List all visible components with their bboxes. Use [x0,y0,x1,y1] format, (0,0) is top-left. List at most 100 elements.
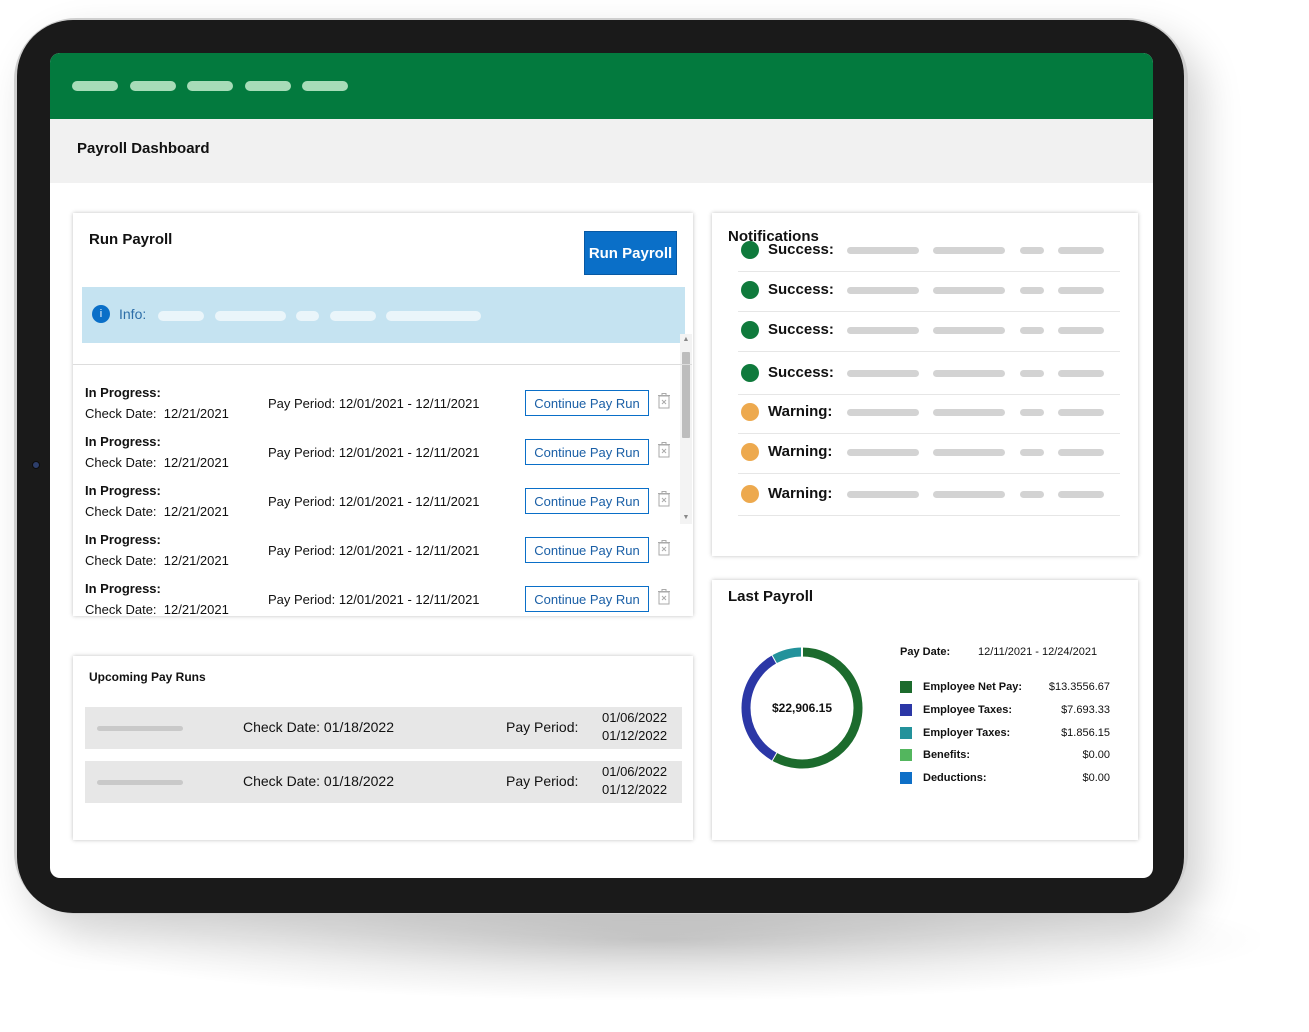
last-payroll-card: Last Payroll $22,906.15 Pay Date: 12/11/… [712,580,1138,840]
notification-text-placeholder [1020,327,1044,334]
notification-text-placeholder [1020,449,1044,456]
notification-label: Success: [768,241,834,258]
notification-item-success[interactable]: Success: [738,232,1120,272]
trash-icon[interactable] [658,393,670,409]
notifications-card: Notifications Success: Success: Success: Su… [712,213,1138,556]
tablet-screen: Payroll Dashboard Run Payroll Run Payrol… [50,53,1153,878]
legend-name: Employee Net Pay: [923,681,1023,693]
pay-run-row: In Progress: Check Date: 12/21/2021 Pay … [73,424,680,473]
notification-text-placeholder [847,449,919,456]
continue-pay-run-button[interactable]: Continue Pay Run [525,537,649,563]
notification-label: Success: [768,364,834,381]
legend-name: Deductions: [923,772,987,784]
period-start: 01/06/2022 [602,764,668,779]
notification-text-placeholder [847,491,919,498]
success-status-icon [741,281,759,299]
upcoming-row[interactable]: Check Date: 01/18/2022 Pay Period: 01/06… [85,761,682,803]
notification-item-warning[interactable]: Warning: [738,394,1120,434]
trash-icon[interactable] [658,442,670,458]
run-payroll-button[interactable]: Run Payroll [584,231,677,275]
period-start: 01/06/2022 [602,710,668,725]
donut-slice-employer-taxes [772,647,803,664]
notification-label: Success: [768,281,834,298]
period-end: 01/12/2022 [602,728,668,743]
legend-item: Employer Taxes: $1.856.15 [900,725,1110,743]
row-pay-period: Pay Period: 12/01/2021 - 12/11/2021 [268,445,480,460]
check-date-label: Check Date: [85,504,157,519]
notification-text-placeholder [1058,370,1104,377]
nav-item-3[interactable] [187,81,233,91]
row-check-date: Check Date: 12/21/2021 [85,553,229,568]
upcoming-pay-period-label: Pay Period: [506,773,579,789]
info-text-placeholder [158,311,204,321]
notification-item-warning[interactable]: Warning: [738,476,1120,516]
notification-item-warning[interactable]: Warning: [738,434,1120,474]
legend-name: Employer Taxes: [923,727,1011,739]
nav-item-2[interactable] [130,81,176,91]
legend-name: Employee Taxes: [923,704,1013,716]
notification-text-placeholder [933,247,1005,254]
notification-label: Success: [768,321,834,338]
legend-swatch [900,704,912,716]
warning-status-icon [741,443,759,461]
legend-swatch [900,772,912,784]
trash-icon[interactable] [658,540,670,556]
nav-item-1[interactable] [72,81,118,91]
notification-text-placeholder [1020,247,1044,254]
row-status: In Progress: [85,434,161,449]
notification-label: Warning: [768,443,833,460]
row-status: In Progress: [85,532,161,547]
notification-text-placeholder [847,409,919,416]
row-pay-period: Pay Period: 12/01/2021 - 12/11/2021 [268,396,480,411]
legend-item: Employee Taxes: $7.693.33 [900,702,1110,720]
notification-text-placeholder [1058,287,1104,294]
row-status: In Progress: [85,385,161,400]
info-label: Info: [119,306,147,322]
scroll-up-icon[interactable]: ▲ [680,334,692,346]
camera-icon [32,461,40,469]
check-date-value: 12/21/2021 [163,455,229,470]
check-date-value: 12/21/2021 [163,553,229,568]
notification-text-placeholder [1020,491,1044,498]
check-date-value: 12/21/2021 [163,406,229,421]
upcoming-row[interactable]: Check Date: 01/18/2022 Pay Period: 01/06… [85,707,682,749]
row-status: In Progress: [85,581,161,596]
upcoming-pay-period-dates: 01/06/2022 01/12/2022 [602,709,667,745]
trash-icon[interactable] [658,491,670,507]
notification-text-placeholder [1058,491,1104,498]
trash-icon[interactable] [658,589,670,605]
legend-value: $0.00 [1082,749,1110,761]
notification-item-success[interactable]: Success: [738,355,1120,395]
check-date-label: Check Date: [85,602,157,616]
legend-item: Deductions: $0.00 [900,770,1110,788]
legend-value: $0.00 [1082,772,1110,784]
info-banner: i Info: [82,287,685,343]
upcoming-title: Upcoming Pay Runs [89,670,206,684]
check-date-label: Check Date: [85,553,157,568]
page-title: Payroll Dashboard [77,140,210,157]
notification-item-success[interactable]: Success: [738,272,1120,312]
continue-pay-run-button[interactable]: Continue Pay Run [525,439,649,465]
notification-text-placeholder [933,409,1005,416]
last-payroll-title: Last Payroll [728,588,814,605]
legend-item: Employee Net Pay: $13.3556.67 [900,679,1110,697]
check-date-label: Check Date: [85,455,157,470]
payroll-donut-chart: $22,906.15 [741,643,863,769]
info-text-placeholder [296,311,319,321]
page-header: Payroll Dashboard [50,119,1153,183]
continue-pay-run-button[interactable]: Continue Pay Run [525,586,649,612]
notification-label: Warning: [768,485,833,502]
pay-date-range: 12/11/2021 - 12/24/2021 [978,646,1098,658]
notification-text-placeholder [933,327,1005,334]
continue-pay-run-button[interactable]: Continue Pay Run [525,390,649,416]
warning-status-icon [741,403,759,421]
legend-name: Benefits: [923,749,971,761]
donut-center-label: $22,906.15 [772,701,832,715]
nav-item-5[interactable] [302,81,348,91]
warning-status-icon [741,485,759,503]
continue-pay-run-button[interactable]: Continue Pay Run [525,488,649,514]
nav-item-4[interactable] [245,81,291,91]
notification-text-placeholder [1020,409,1044,416]
notification-item-success[interactable]: Success: [738,312,1120,352]
check-date-label: Check Date: [85,406,157,421]
